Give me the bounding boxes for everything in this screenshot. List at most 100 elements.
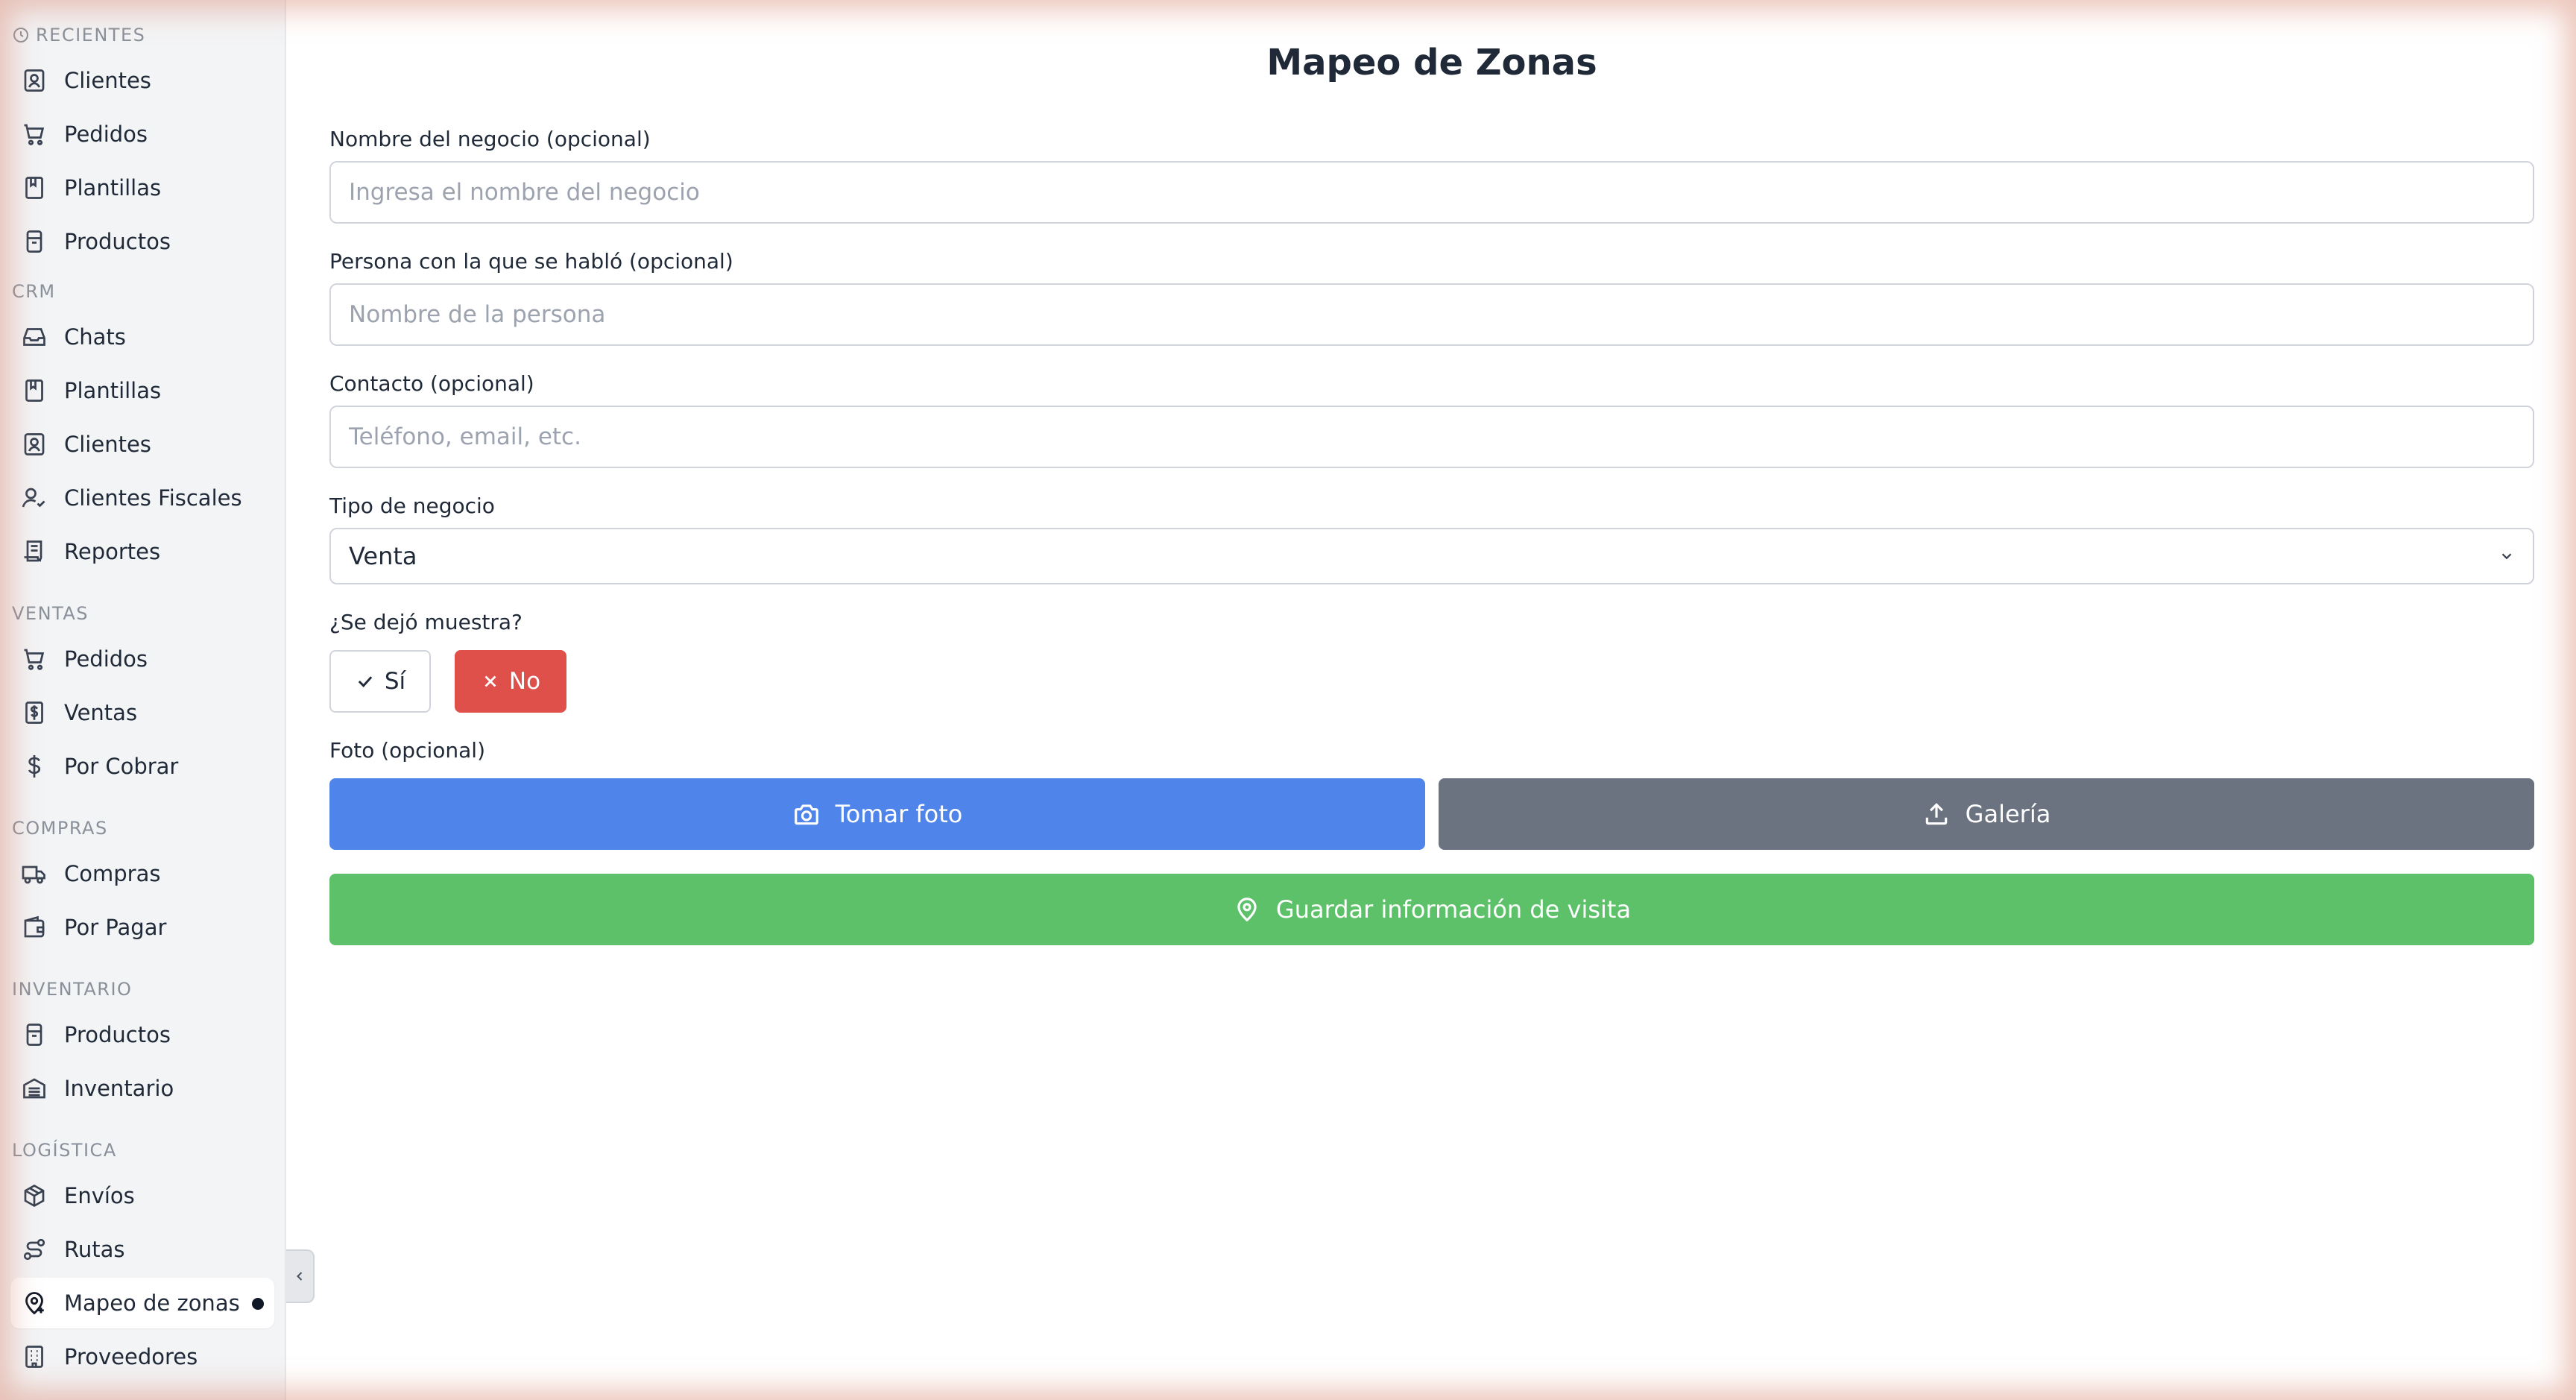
contact-card-icon — [21, 67, 48, 94]
section-title: COMPRAS — [12, 818, 108, 839]
section-inventario: INVENTARIO — [12, 978, 132, 1000]
sidebar-item-mapeo-de-zonas[interactable]: Mapeo de zonas — [10, 1278, 274, 1328]
sidebar-item-label: Productos — [64, 1022, 171, 1047]
sidebar-collapse-button[interactable] — [286, 1249, 315, 1303]
sample-yes-button[interactable]: Sí — [329, 650, 431, 713]
package-icon — [21, 1182, 48, 1209]
business-type-value: Venta — [349, 542, 417, 570]
sidebar-item-pedidos[interactable]: Pedidos — [10, 634, 274, 684]
sidebar-item-label: Por Cobrar — [64, 754, 179, 779]
truck-icon — [21, 860, 48, 887]
sidebar-item-por-pagar[interactable]: Por Pagar — [10, 902, 274, 953]
sidebar-item-label: Envíos — [64, 1183, 135, 1208]
section-ventas: VENTAS — [12, 602, 89, 625]
sidebar: RECIENTES Clientes Pedidos Plantillas Pr… — [0, 0, 286, 1400]
receipt-dollar-icon — [21, 699, 48, 726]
take-photo-button[interactable]: Tomar foto — [329, 778, 1425, 850]
sample-no-button[interactable]: No — [455, 650, 566, 713]
sidebar-item-label: Proveedores — [64, 1344, 198, 1369]
sidebar-item-label: Rutas — [64, 1237, 125, 1262]
save-visit-button[interactable]: Guardar información de visita — [329, 874, 2534, 945]
business-name-label: Nombre del negocio (opcional) — [329, 127, 651, 151]
cart-icon — [21, 646, 48, 672]
product-icon — [21, 228, 48, 255]
user-check-icon — [21, 485, 48, 511]
check-icon — [358, 676, 373, 687]
sidebar-item-label: Reportes — [64, 539, 161, 564]
sidebar-item-clientes[interactable]: Clientes — [10, 419, 274, 470]
sidebar-item-envios[interactable]: Envíos — [10, 1170, 274, 1221]
section-recientes: RECIENTES — [12, 24, 145, 46]
sidebar-item-label: Plantillas — [64, 175, 162, 201]
clock-icon — [13, 28, 28, 42]
sidebar-item-label: Plantillas — [64, 378, 162, 403]
business-type-label: Tipo de negocio — [329, 494, 495, 518]
sidebar-item-reportes[interactable]: Reportes — [10, 526, 274, 577]
map-pin-icon — [1237, 898, 1257, 922]
contact-card-icon — [21, 431, 48, 458]
sample-label: ¿Se dejó muestra? — [329, 610, 523, 634]
gallery-label: Galería — [1965, 800, 2051, 828]
sidebar-item-label: Pedidos — [64, 122, 148, 147]
business-name-input[interactable] — [329, 161, 2534, 224]
sidebar-item-clientes-fiscales[interactable]: Clientes Fiscales — [10, 473, 274, 523]
section-title: LOGÍSTICA — [12, 1140, 117, 1161]
building-icon — [21, 1343, 48, 1370]
sidebar-item-por-cobrar[interactable]: Por Cobrar — [10, 741, 274, 792]
gallery-button[interactable]: Galería — [1439, 778, 2534, 850]
camera-icon — [794, 804, 818, 825]
active-indicator-dot — [252, 1298, 264, 1310]
template-icon — [21, 174, 48, 201]
sidebar-item-rutas[interactable]: Rutas — [10, 1224, 274, 1275]
template-icon — [21, 377, 48, 404]
wallet-icon — [21, 914, 48, 941]
sidebar-item-chats[interactable]: Chats — [10, 312, 274, 362]
inbox-icon — [21, 324, 48, 350]
chevron-down-icon — [2501, 553, 2512, 560]
contact-person-label: Persona con la que se habló (opcional) — [329, 249, 733, 274]
sidebar-item-label: Productos — [64, 229, 171, 254]
photo-label: Foto (opcional) — [329, 738, 485, 763]
contact-input[interactable] — [329, 406, 2534, 468]
cart-icon — [21, 121, 48, 148]
section-compras: COMPRAS — [12, 817, 108, 839]
sample-no-label: No — [508, 668, 541, 695]
map-pin-plus-icon — [21, 1290, 48, 1317]
sample-yes-label: Sí — [384, 668, 406, 695]
sidebar-item-plantillas[interactable]: Plantillas — [10, 365, 274, 416]
sidebar-item-label: Clientes — [64, 432, 151, 457]
section-crm: CRM — [12, 280, 56, 303]
sidebar-item-inventario[interactable]: Inventario — [10, 1063, 274, 1114]
product-icon — [21, 1021, 48, 1048]
page-title: Mapeo de Zonas — [1266, 42, 1597, 83]
section-logistica: LOGÍSTICA — [12, 1139, 117, 1161]
sidebar-item-label: Por Pagar — [64, 915, 167, 940]
section-title: INVENTARIO — [12, 979, 133, 1000]
chevron-left-icon — [297, 1272, 303, 1281]
sidebar-item-label: Compras — [64, 861, 161, 886]
sidebar-item-label: Clientes Fiscales — [64, 485, 242, 511]
warehouse-icon — [21, 1075, 48, 1102]
section-title: VENTAS — [12, 603, 89, 624]
save-visit-label: Guardar información de visita — [1275, 895, 1632, 924]
report-icon — [21, 538, 48, 565]
sidebar-item-label: Clientes — [64, 68, 151, 93]
business-type-select[interactable]: Venta — [329, 528, 2534, 584]
section-title: RECIENTES — [36, 25, 146, 45]
sidebar-item-plantillas-recent[interactable]: Plantillas — [10, 163, 274, 213]
sidebar-item-productos[interactable]: Productos — [10, 1009, 274, 1060]
sidebar-item-productos-recent[interactable]: Productos — [10, 216, 274, 267]
section-title: CRM — [12, 281, 56, 302]
upload-icon — [1925, 803, 1947, 825]
contact-person-input[interactable] — [329, 283, 2534, 346]
sidebar-item-label: Pedidos — [64, 646, 148, 672]
sidebar-item-proveedores[interactable]: Proveedores — [10, 1331, 274, 1382]
sidebar-item-ventas[interactable]: Ventas — [10, 687, 274, 738]
contact-label: Contacto (opcional) — [329, 371, 534, 396]
sidebar-item-clientes-recent[interactable]: Clientes — [10, 55, 274, 106]
take-photo-label: Tomar foto — [835, 800, 963, 828]
sidebar-item-pedidos-recent[interactable]: Pedidos — [10, 109, 274, 160]
dollar-icon — [21, 753, 48, 780]
route-icon — [21, 1236, 48, 1263]
sidebar-item-compras[interactable]: Compras — [10, 848, 274, 899]
